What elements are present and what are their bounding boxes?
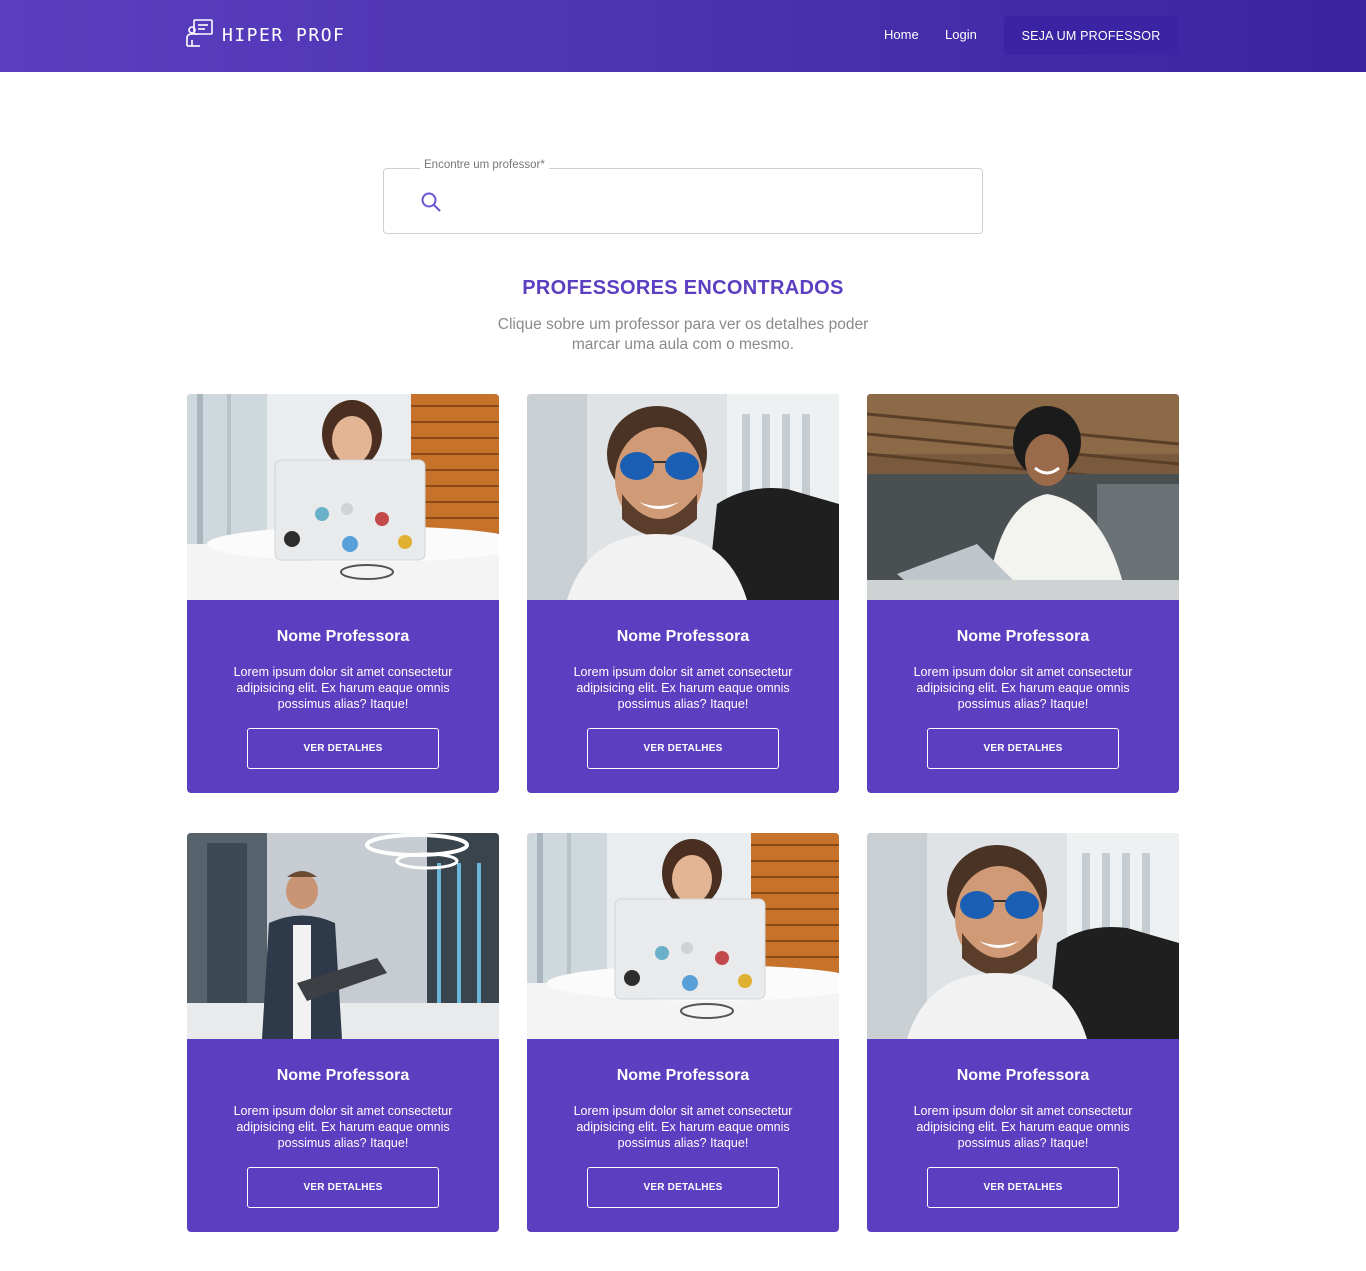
search-icon [420,191,442,213]
teacher-name: Nome Professora [276,1067,410,1084]
teacher-card[interactable]: Nome Professora Lorem ipsum dolor sit ame… [527,394,839,793]
view-details-button[interactable]: VER DETALHES [587,728,779,769]
brand-name: HIPER PROF [222,24,346,46]
teacher-name: Nome Professora [956,1067,1090,1084]
teacher-board-icon [186,18,214,53]
nav-login-link[interactable]: Login [945,27,977,42]
teacher-photo[interactable] [527,394,839,600]
results-title: PROFESSORES ENCONTRADOS [522,277,844,299]
teacher-card[interactable]: Nome Professora Lorem ipsum dolor sit ame… [527,833,839,1232]
search-label: Encontre um professor* [420,159,549,171]
teacher-description: Lorem ipsum dolor sit amet consectetur a… [913,1104,1133,1150]
nav-home-link[interactable]: Home [884,27,919,42]
teacher-name: Nome Professora [616,628,750,645]
teacher-photo[interactable] [187,394,499,600]
view-details-button[interactable]: VER DETALHES [247,728,439,769]
teacher-photo[interactable] [187,833,499,1039]
teacher-description: Lorem ipsum dolor sit amet consectetur a… [573,1104,793,1150]
teacher-description: Lorem ipsum dolor sit amet consectetur a… [233,665,453,711]
teacher-photo[interactable] [867,833,1179,1039]
results-subtitle: Clique sobre um professor para ver os de… [497,316,869,353]
become-teacher-button[interactable]: SEJA UM PROFESSOR [1004,16,1178,55]
teacher-card[interactable]: Nome Professora Lorem ipsum dolor sit ame… [867,394,1179,793]
teacher-photo[interactable] [867,394,1179,600]
teacher-name: Nome Professora [956,628,1090,645]
view-details-button[interactable]: VER DETALHES [587,1167,779,1208]
view-details-button[interactable]: VER DETALHES [927,1167,1119,1208]
top-navbar: HIPER PROF Home Login SEJA UM PROFESSOR [0,0,1366,72]
teacher-card[interactable]: Nome Professora Lorem ipsum dolor sit ame… [867,833,1179,1232]
search-input[interactable] [454,183,954,219]
teacher-description: Lorem ipsum dolor sit amet consectetur a… [233,1104,453,1150]
brand-logo[interactable]: HIPER PROF [186,18,346,53]
teacher-name: Nome Professora [616,1067,750,1084]
teacher-search-field[interactable]: Encontre um professor* [383,159,983,234]
view-details-button[interactable]: VER DETALHES [247,1167,439,1208]
view-details-button[interactable]: VER DETALHES [927,728,1119,769]
teacher-description: Lorem ipsum dolor sit amet consectetur a… [573,665,793,711]
teacher-description: Lorem ipsum dolor sit amet consectetur a… [913,665,1133,711]
teacher-card[interactable]: Nome Professora Lorem ipsum dolor sit ame… [187,394,499,793]
teacher-card[interactable]: Nome Professora Lorem ipsum dolor sit ame… [187,833,499,1232]
teacher-photo[interactable] [527,833,839,1039]
teacher-name: Nome Professora [276,628,410,645]
